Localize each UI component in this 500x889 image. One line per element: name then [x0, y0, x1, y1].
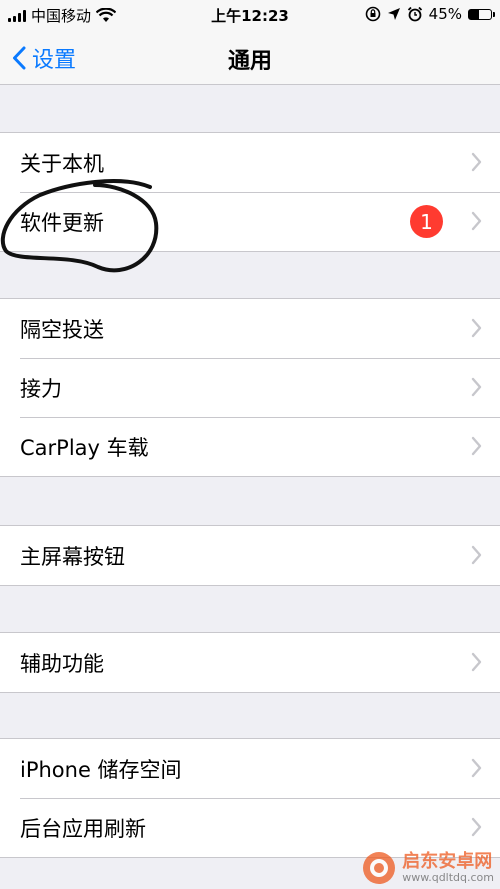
orientation-lock-icon: [365, 6, 380, 22]
row-label: 主屏幕按钮: [20, 544, 125, 569]
row-label: 辅助功能: [20, 651, 104, 676]
notification-badge: 1: [410, 205, 443, 238]
row-label: 关于本机: [20, 151, 104, 176]
settings-group-2: 隔空投送 接力 CarPlay 车载: [0, 298, 500, 477]
battery-fill: [469, 9, 479, 19]
row-label: 软件更新: [20, 210, 104, 235]
watermark-logo-icon: [363, 852, 396, 884]
row-label: CarPlay 车载: [20, 435, 149, 460]
settings-group-4: 辅助功能: [0, 632, 500, 693]
row-background-refresh[interactable]: 后台应用刷新: [0, 798, 500, 857]
chevron-right-icon: [471, 211, 482, 231]
chevron-right-icon: [471, 377, 482, 397]
settings-group-5: iPhone 储存空间 后台应用刷新: [0, 738, 500, 858]
row-iphone-storage[interactable]: iPhone 储存空间: [0, 739, 500, 798]
chevron-right-icon: [471, 318, 482, 338]
chevron-right-icon: [471, 545, 482, 565]
watermark-url: www.qdltdq.com: [402, 870, 494, 884]
nav-bar: 设置 通用: [0, 30, 500, 85]
battery-percent: 45%: [428, 5, 462, 23]
chevron-right-icon: [471, 758, 482, 778]
row-accessibility[interactable]: 辅助功能: [0, 633, 500, 692]
watermark-text: 启东安卓网 www.qdltdq.com: [402, 850, 494, 884]
chevron-right-icon: [471, 152, 482, 172]
settings-group-1: 关于本机 软件更新 1: [0, 132, 500, 252]
watermark: 启东安卓网 www.qdltdq.com: [362, 851, 494, 885]
row-airdrop[interactable]: 隔空投送: [0, 299, 500, 358]
settings-group-3: 主屏幕按钮: [0, 525, 500, 586]
chevron-right-icon: [471, 817, 482, 837]
row-label: 接力: [20, 376, 62, 401]
battery-icon: [468, 8, 495, 20]
row-handoff[interactable]: 接力: [0, 358, 500, 417]
status-right: 45%: [365, 5, 495, 23]
status-bar: 中国移动 上午12:23 45%: [0, 0, 500, 30]
location-icon: [387, 8, 400, 20]
alarm-icon: [407, 6, 422, 22]
row-label: 后台应用刷新: [20, 816, 146, 841]
row-software-update[interactable]: 软件更新 1: [0, 192, 500, 251]
page-title: 通用: [227, 49, 272, 74]
chevron-right-icon: [471, 436, 482, 456]
row-label: 隔空投送: [20, 317, 104, 342]
row-home-button[interactable]: 主屏幕按钮: [0, 526, 500, 585]
row-about[interactable]: 关于本机: [0, 133, 500, 192]
row-carplay[interactable]: CarPlay 车载: [0, 417, 500, 476]
chevron-right-icon: [471, 652, 482, 672]
row-label: iPhone 储存空间: [20, 757, 182, 782]
watermark-title: 启东安卓网: [402, 850, 493, 872]
